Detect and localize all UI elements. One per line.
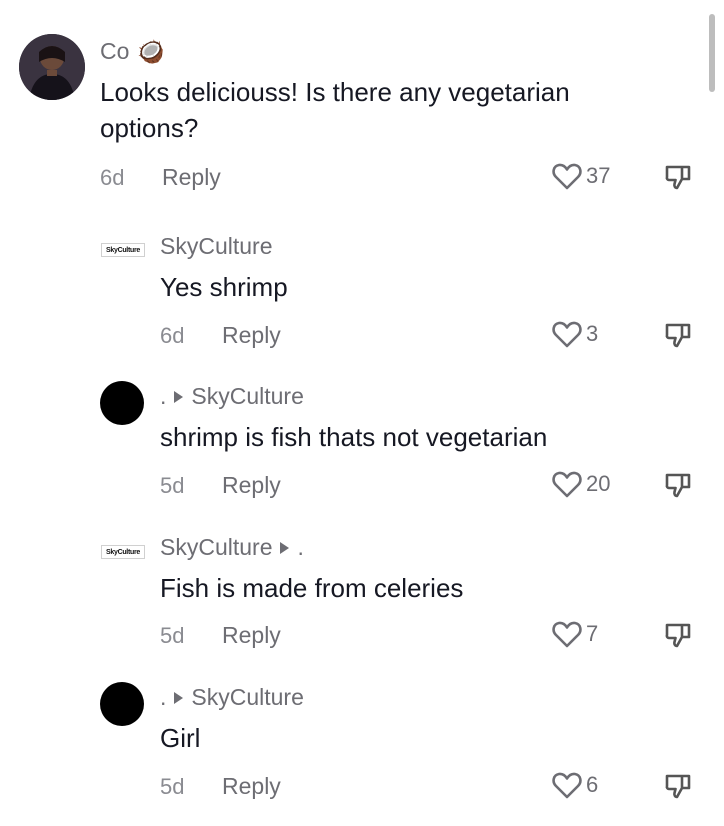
comment-time: 5d — [160, 472, 185, 498]
comment-username[interactable]: SkyCulture — [160, 233, 272, 260]
comment-text: Fish is made from celeries — [160, 573, 464, 603]
like-button[interactable]: 3 — [552, 320, 598, 348]
thumbs-down-icon — [665, 165, 691, 190]
dislike-button[interactable] — [664, 471, 692, 499]
dislike-button[interactable] — [664, 772, 692, 800]
reply-button[interactable]: Reply — [162, 164, 221, 191]
comment-meta: 5d Reply — [160, 622, 281, 649]
comment-time: 6d — [100, 164, 125, 190]
username-text[interactable]: . — [160, 383, 166, 410]
comment-time: 5d — [160, 622, 185, 648]
comment-username[interactable]: Co 🥥 — [100, 38, 165, 65]
triangle-right-icon — [174, 691, 184, 704]
reply-to-username[interactable]: SkyCulture — [191, 383, 303, 410]
like-button[interactable]: 7 — [552, 620, 598, 648]
username-text[interactable]: SkyCulture — [160, 233, 272, 260]
comment-username[interactable]: . SkyCulture — [160, 684, 304, 711]
reply-to-username[interactable]: SkyCulture — [191, 684, 303, 711]
like-count: 6 — [586, 772, 599, 797]
thumbs-down-icon — [665, 623, 691, 648]
username-text[interactable]: . — [160, 684, 166, 711]
like-button[interactable]: 37 — [552, 162, 610, 190]
dislike-button[interactable] — [664, 621, 692, 649]
heart-outline-icon — [552, 772, 582, 799]
like-button[interactable]: 20 — [552, 470, 610, 498]
like-count: 20 — [586, 471, 611, 496]
reply-button[interactable]: Reply — [222, 472, 281, 499]
comment-text: shrimp is fish thats not vegetarian — [160, 422, 548, 452]
comment-text-line: Looks deliciouss! Is there any vegetaria… — [100, 77, 570, 107]
comment-meta: 5d Reply — [160, 472, 281, 499]
like-button[interactable]: 6 — [552, 771, 598, 799]
comment-text: Girl — [160, 723, 201, 753]
dislike-button[interactable] — [664, 321, 692, 349]
heart-outline-icon — [552, 471, 582, 498]
triangle-right-icon — [174, 390, 184, 403]
comment-meta: 6d Reply — [100, 164, 221, 191]
triangle-right-icon — [280, 541, 290, 554]
comment-username[interactable]: . SkyCulture — [160, 383, 304, 410]
avatar[interactable] — [100, 381, 144, 425]
avatar-logo-text: SkyCulture — [106, 548, 140, 556]
avatar[interactable]: SkyCulture — [101, 243, 145, 257]
like-count: 37 — [586, 163, 611, 188]
thumbs-down-icon — [665, 473, 691, 498]
avatar-logo-text: SkyCulture — [106, 246, 140, 254]
username-text[interactable]: Co — [100, 38, 129, 65]
comment-time: 6d — [160, 322, 185, 348]
reply-button[interactable]: Reply — [222, 622, 281, 649]
comment-text: Yes shrimp — [160, 272, 288, 302]
comment-meta: 6d Reply — [160, 322, 281, 349]
heart-outline-icon — [552, 163, 582, 190]
avatar[interactable]: SkyCulture — [101, 545, 145, 559]
username-text[interactable]: SkyCulture — [160, 534, 272, 561]
dislike-button[interactable] — [664, 163, 692, 191]
reply-to-username[interactable]: . — [297, 534, 303, 561]
comment-meta: 5d Reply — [160, 773, 281, 800]
avatar[interactable] — [19, 34, 85, 100]
reply-button[interactable]: Reply — [222, 773, 281, 800]
coconut-emoji: 🥥 — [137, 38, 165, 64]
like-count: 7 — [586, 621, 599, 646]
avatar[interactable] — [100, 682, 144, 726]
comment-username[interactable]: SkyCulture . — [160, 534, 304, 561]
thumbs-down-icon — [665, 774, 691, 799]
like-count: 3 — [586, 321, 599, 346]
comment-text: Looks deliciouss! Is there any vegetaria… — [100, 74, 570, 146]
heart-outline-icon — [552, 321, 582, 348]
comment-text-line: options? — [100, 113, 199, 143]
avatar-image — [19, 34, 85, 100]
comment-time: 5d — [160, 773, 185, 799]
thumbs-down-icon — [665, 323, 691, 348]
heart-outline-icon — [552, 621, 582, 648]
reply-button[interactable]: Reply — [222, 322, 281, 349]
comment-item: Co 🥥 Looks deliciouss! Is there any vege… — [0, 0, 724, 200]
